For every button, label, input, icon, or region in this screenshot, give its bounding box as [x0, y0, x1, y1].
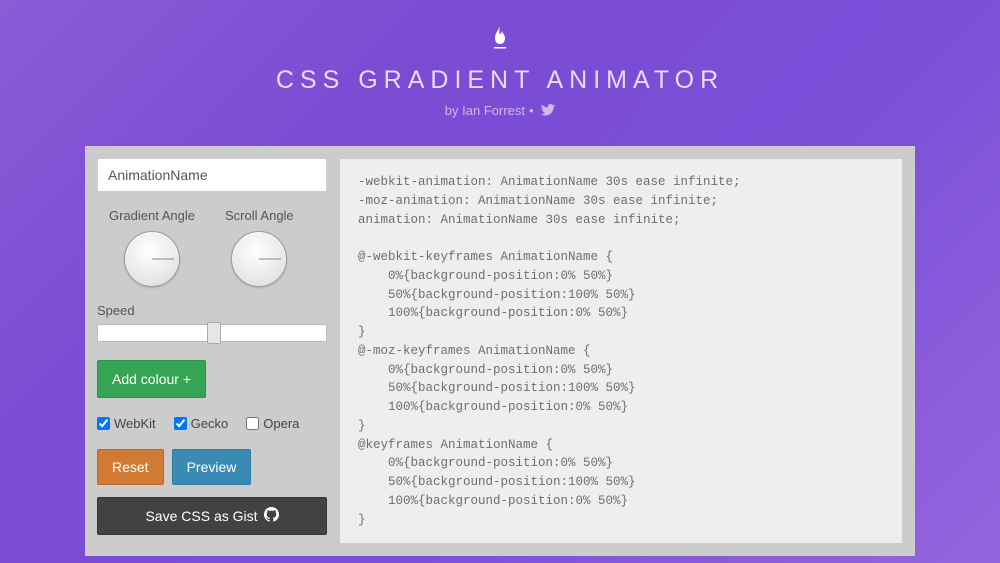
twitter-icon[interactable]: [538, 103, 556, 118]
webkit-checkbox[interactable]: [97, 417, 110, 430]
preview-button[interactable]: Preview: [172, 449, 252, 485]
animation-name-input[interactable]: [97, 158, 327, 192]
css-output[interactable]: -webkit-animation: AnimationName 30s eas…: [339, 158, 903, 544]
header: CSS GRADIENT ANIMATOR by Ian Forrest •: [0, 0, 1000, 118]
github-icon: [264, 507, 279, 525]
speed-label: Speed: [97, 303, 327, 318]
scroll-angle-knob[interactable]: [231, 231, 287, 287]
flame-logo-icon: [489, 25, 511, 51]
gecko-checkbox[interactable]: [174, 417, 187, 430]
webkit-text: WebKit: [114, 416, 156, 431]
gist-button-label: Save CSS as Gist: [145, 508, 257, 524]
save-gist-button[interactable]: Save CSS as Gist: [97, 497, 327, 535]
controls-sidebar: Gradient Angle Scroll Angle Speed Add co…: [97, 158, 327, 544]
speed-slider-thumb[interactable]: [207, 322, 221, 344]
reset-button[interactable]: Reset: [97, 449, 164, 485]
webkit-checkbox-label[interactable]: WebKit: [97, 416, 156, 431]
opera-text: Opera: [263, 416, 299, 431]
opera-checkbox[interactable]: [246, 417, 259, 430]
add-colour-button[interactable]: Add colour +: [97, 360, 206, 398]
gecko-checkbox-label[interactable]: Gecko: [174, 416, 229, 431]
gradient-angle-label: Gradient Angle: [109, 208, 195, 223]
author-link[interactable]: Ian Forrest: [462, 103, 525, 118]
opera-checkbox-label[interactable]: Opera: [246, 416, 299, 431]
byline-prefix: by: [445, 103, 462, 118]
gradient-angle-knob[interactable]: [124, 231, 180, 287]
separator-dot: •: [529, 103, 534, 118]
scroll-angle-label: Scroll Angle: [225, 208, 294, 223]
byline: by Ian Forrest •: [0, 103, 1000, 118]
main-panel: Gradient Angle Scroll Angle Speed Add co…: [85, 146, 915, 556]
page-title: CSS GRADIENT ANIMATOR: [0, 66, 1000, 95]
speed-slider[interactable]: [97, 324, 327, 342]
gecko-text: Gecko: [191, 416, 229, 431]
